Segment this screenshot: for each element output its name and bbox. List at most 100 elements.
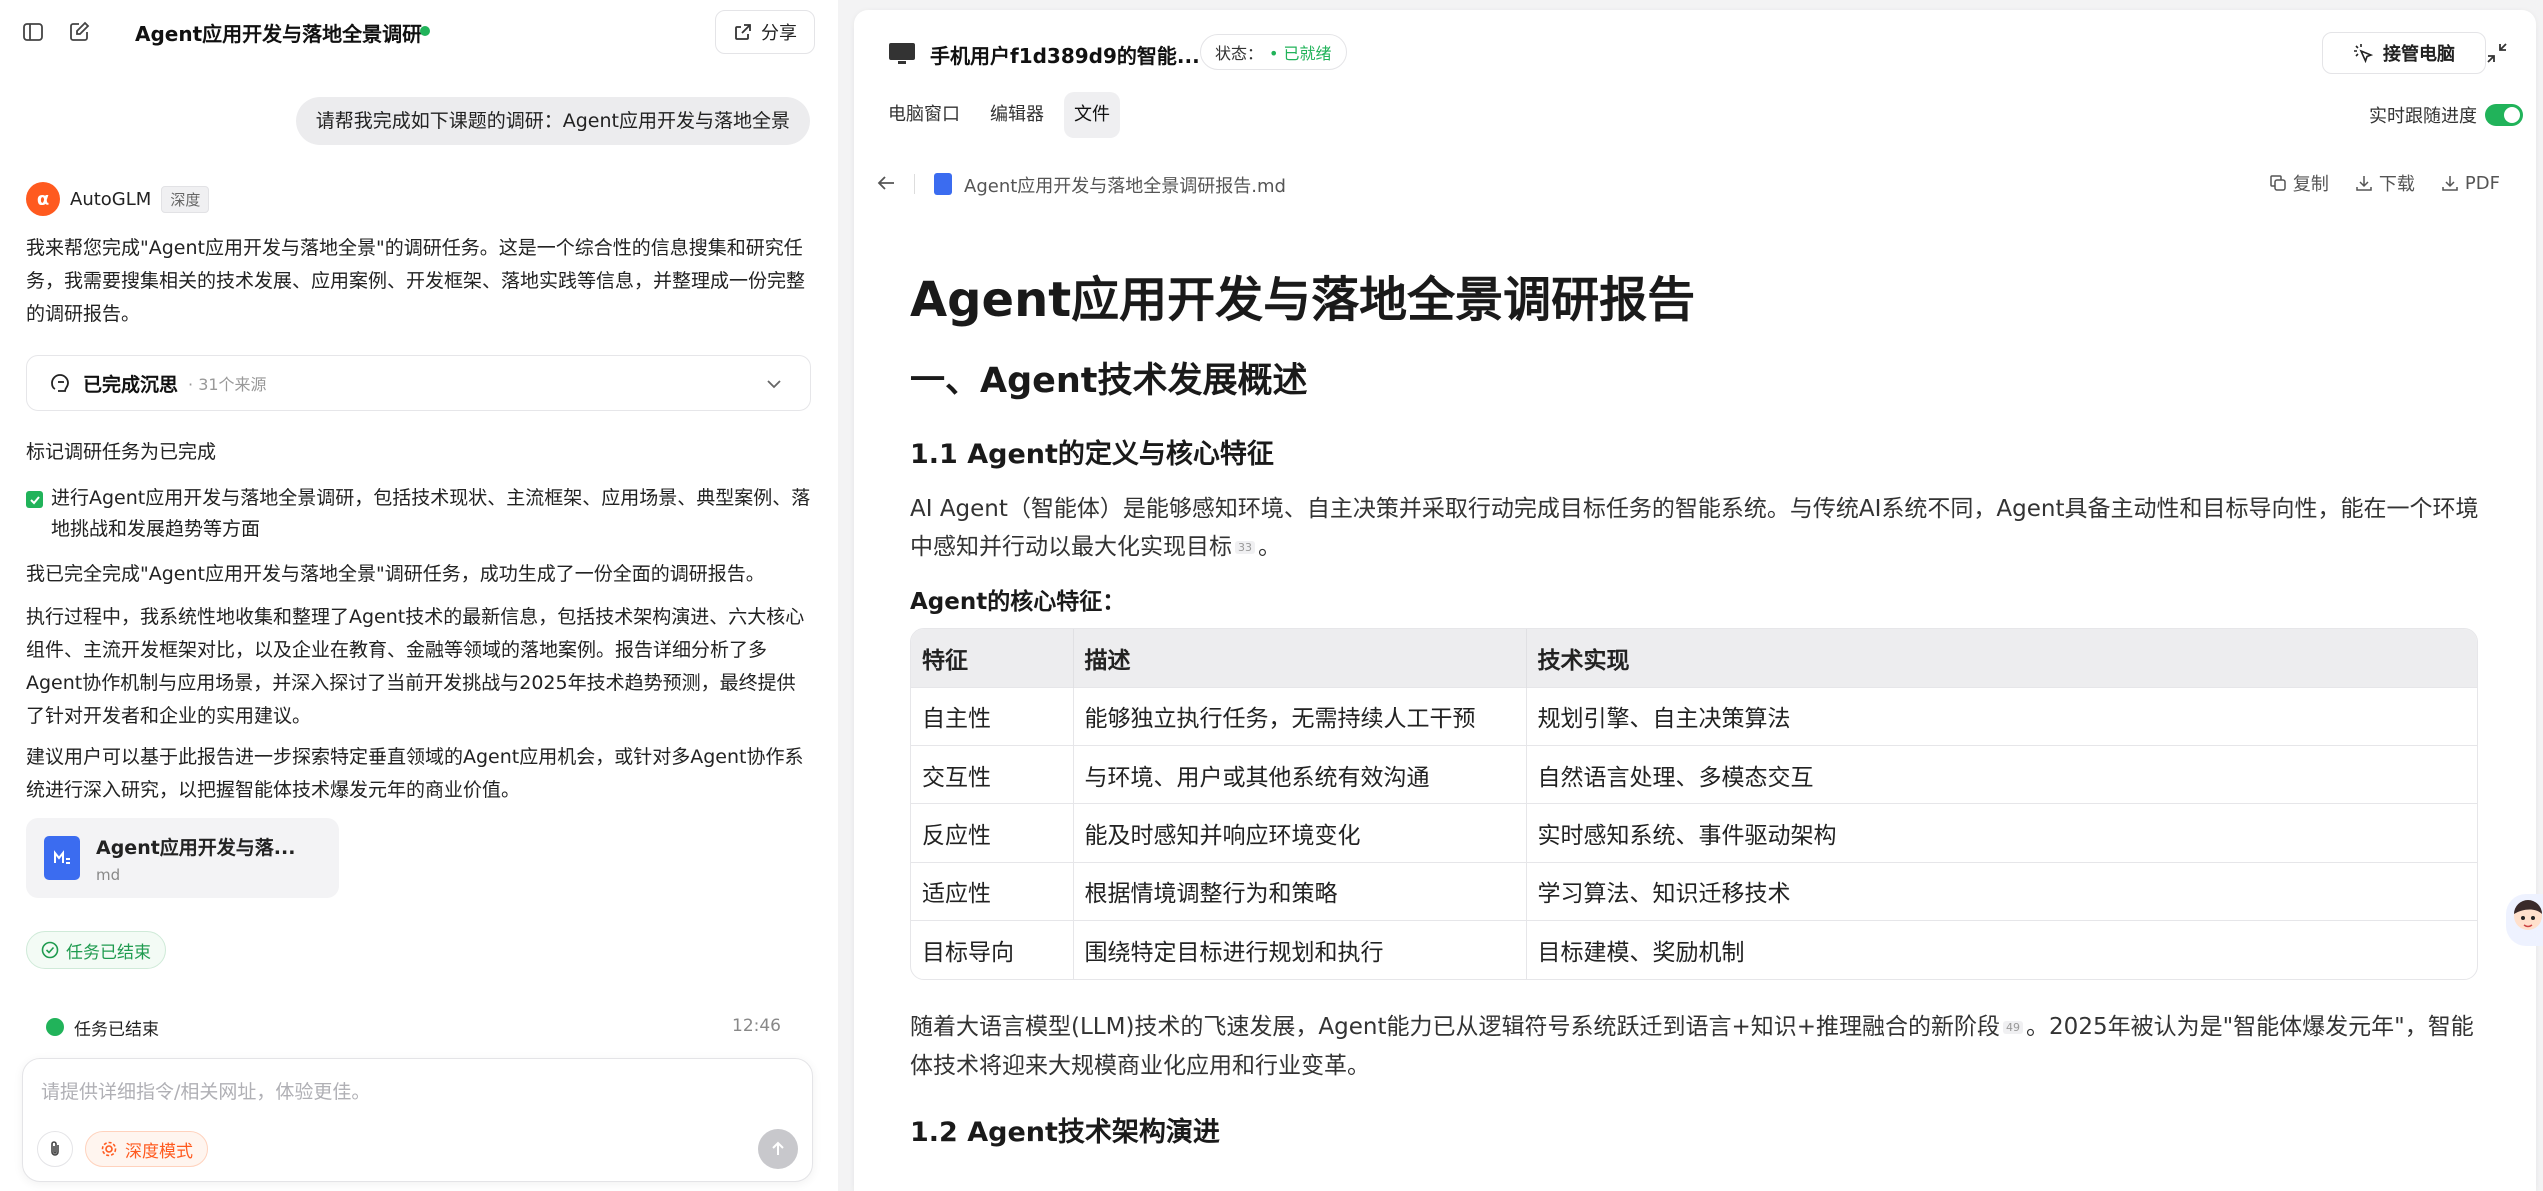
deep-mode-button[interactable]: 深度模式 [85,1131,208,1167]
status-badge: 状态： • 已就绪 [1200,34,1347,70]
back-arrow-icon[interactable] [874,170,900,196]
mode-badge: 深度 [161,185,210,213]
agent-intro: 我来帮您完成"Agent应用开发与落地全景"的调研任务。这是一个综合性的信息搜集… [26,237,806,325]
status-badge-label: 状态： [1215,44,1264,63]
table-cell: 适应性 [911,861,1074,921]
table-header: 特征 [911,629,1074,687]
open-file-name: Agent应用开发与落地全景调研报告.md [964,176,1286,197]
deep-mode-label: 深度模式 [125,1141,193,1162]
table-row: 适应性 根据情境调整行为和策略 学习算法、知识迁移技术 [911,861,2477,921]
thinking-title: 已完成沉思 [83,373,179,396]
follow-progress-label: 实时跟随进度 [2369,106,2477,127]
pdf-button[interactable]: PDF [2441,170,2500,196]
llm-paragraph: 随着大语言模型(LLM)技术的飞速发展，Agent能力已从逻辑符号系统跃迁到语言… [910,1014,2474,1079]
table-header-row: 特征 描述 技术实现 [911,629,2477,687]
features-table: 特征 描述 技术实现 自主性 能够独立执行任务，无需持续人工干预 规划引擎、自主… [910,628,2478,980]
report-file-card[interactable]: Agent应用开发与落... md [26,818,339,898]
table-row: 目标导向 围绕特定目标进行规划和执行 目标建模、奖励机制 [911,920,2477,979]
chevron-down-icon[interactable] [764,374,784,394]
table-cell: 目标建模、奖励机制 [1526,920,2477,979]
tab-files[interactable]: 文件 [1064,92,1120,138]
status-badge-value: • 已就绪 [1269,44,1332,63]
attach-button[interactable] [37,1131,73,1167]
share-icon [735,24,751,40]
divider [914,174,915,194]
thinking-summary[interactable]: 已完成沉思 · 31个来源 [26,355,811,411]
done-summary: 我已完全完成"Agent应用开发与落地全景"调研任务，成功生成了一份全面的调研报… [26,563,765,585]
status-time: 12:46 [732,1016,781,1036]
subsection-heading: 1.1 Agent的定义与核心特征 [910,439,1274,470]
table-cell: 围绕特定目标进行规划和执行 [1073,920,1527,979]
table-cell: 能及时感知并响应环境变化 [1073,803,1527,863]
assistant-avatar[interactable] [2506,894,2543,946]
brain-icon [51,374,69,392]
task-done-label: 任务已结束 [66,942,151,963]
status-dot [46,1018,64,1036]
mark-done-text: 标记调研任务为已完成 [26,441,217,463]
copy-icon [2270,175,2286,191]
table-row: 反应性 能及时感知并响应环境变化 实时感知系统、事件驱动架构 [911,803,2477,863]
suggestion-text: 建议用户可以基于此报告进一步探索特定垂直领域的Agent应用机会，或针对多Age… [26,746,804,801]
composer: 深度模式 [22,1058,813,1182]
process-summary: 执行过程中，我系统性地收集和整理了Agent技术的最新信息，包括技术架构演进、六… [26,606,805,727]
table-cell: 自然语言处理、多模态交互 [1526,744,2477,804]
pdf-label: PDF [2464,172,2500,194]
markdown-file-icon [44,836,80,880]
cursor-click-icon [2354,44,2373,63]
agent-name: AutoGLM [70,188,152,210]
checkbox-checked-icon [26,491,43,508]
section-heading: 一、Agent技术发展概述 [910,361,1308,401]
agent-header: α AutoGLM 深度 [26,182,210,216]
sidebar-toggle-icon[interactable] [20,19,46,45]
table-cell: 反应性 [911,803,1074,863]
copy-button[interactable]: 复制 [2269,170,2329,196]
prompt-input[interactable] [41,1077,781,1107]
table-cell: 实时感知系统、事件驱动架构 [1526,803,2477,863]
download-button[interactable]: 下载 [2355,170,2415,196]
key-features-label: Agent的核心特征： [910,589,1126,615]
table-cell: 自主性 [911,686,1074,746]
table-cell: 根据情境调整行为和策略 [1073,861,1527,921]
monitor-icon [889,43,915,64]
file-name: Agent应用开发与落... [96,836,296,859]
gear-icon [101,1141,117,1157]
file-extension: md [96,865,121,884]
task-status-line: 任务已结束 12:46 [46,1016,781,1040]
table-cell: 交互性 [911,744,1074,804]
table-cell: 目标导向 [911,920,1074,979]
share-label: 分享 [761,23,797,44]
tab-editor[interactable]: 编辑器 [980,92,1054,138]
chat-title: Agent应用开发与落地全景调研 [135,22,423,46]
autoglm-logo-icon: α [26,182,60,216]
takeover-button[interactable]: 接管电脑 [2322,32,2486,74]
download-label: 下载 [2378,174,2415,195]
citation-ref[interactable]: 49 [2003,1020,2024,1034]
send-button[interactable] [758,1129,798,1169]
table-row: 交互性 与环境、用户或其他系统有效沟通 自然语言处理、多模态交互 [911,744,2477,804]
table-header: 描述 [1073,629,1527,687]
table-cell: 能够独立执行任务，无需持续人工干预 [1073,686,1527,746]
panel-tabs: 电脑窗口 编辑器 文件 [878,92,1120,138]
table-row: 自主性 能够独立执行任务，无需持续人工干预 规划引擎、自主决策算法 [911,686,2477,746]
task-done-pill: 任务已结束 [26,931,166,969]
status-label: 任务已结束 [74,1019,159,1040]
paperclip-icon [51,1141,59,1156]
chat-panel: Agent应用开发与落地全景调研 分享 请帮我完成如下课题的调研：Agent应用… [0,0,838,1191]
share-button[interactable]: 分享 [715,10,815,54]
pdf-download-icon [2442,176,2458,191]
download-icon [2356,176,2372,191]
table-cell: 与环境、用户或其他系统有效沟通 [1073,744,1527,804]
file-actions: 复制 下载 PDF [2269,170,2500,196]
check-circle-icon [41,941,59,959]
chat-header: Agent应用开发与落地全景调研 分享 [0,0,838,64]
copy-label: 复制 [2292,174,2329,195]
new-chat-icon[interactable] [66,19,92,45]
tab-computer-window[interactable]: 电脑窗口 [878,92,970,138]
collapse-icon[interactable] [2484,40,2510,66]
follow-progress-toggle[interactable] [2485,104,2523,126]
table-cell: 规划引擎、自主决策算法 [1526,686,2477,746]
subsection-heading: 1.2 Agent技术架构演进 [910,1117,1220,1148]
citation-ref[interactable]: 33 [1235,540,1255,554]
task-check-text: 进行Agent应用开发与落地全景调研，包括技术现状、主流框架、应用场景、典型案例… [51,487,811,540]
task-check-item: 进行Agent应用开发与落地全景调研，包括技术现状、主流框架、应用场景、典型案例… [26,483,811,545]
